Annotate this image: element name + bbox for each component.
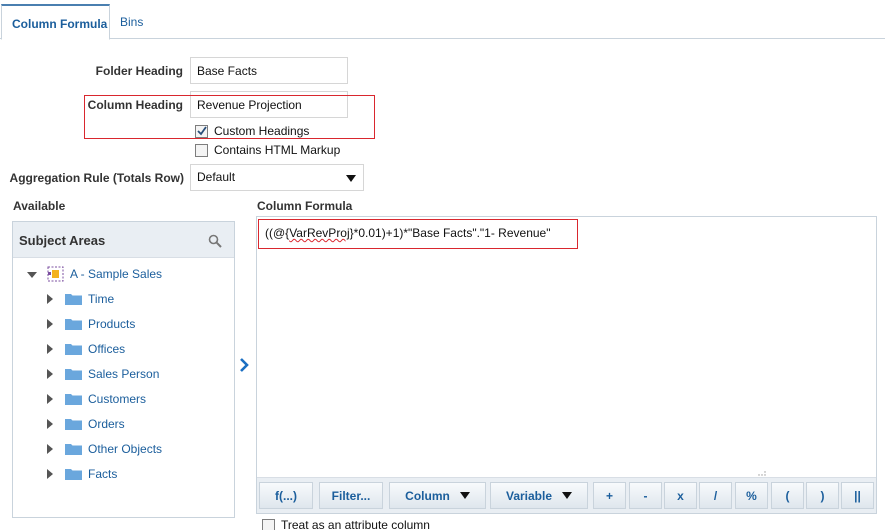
folder-icon — [65, 469, 82, 480]
collapse-icon[interactable] — [27, 272, 37, 278]
subject-area-icon — [47, 266, 64, 282]
folder-icon — [65, 394, 82, 405]
tree-item-facts[interactable]: Facts — [47, 465, 117, 483]
expand-icon[interactable] — [47, 469, 53, 479]
folder-icon — [65, 419, 82, 430]
html-markup-label: Contains HTML Markup — [214, 143, 341, 157]
dropdown-arrow-icon — [346, 175, 356, 182]
variable-button[interactable]: Variable — [490, 482, 588, 509]
percent-button[interactable]: % — [735, 482, 768, 509]
tree-item-label: Sales Person — [88, 367, 160, 381]
tree-item-label: Products — [88, 317, 136, 331]
resize-grip-icon[interactable] — [758, 470, 766, 476]
checkmark-icon — [196, 126, 207, 136]
html-markup-checkbox[interactable] — [195, 143, 208, 157]
tree-item-label: Facts — [88, 467, 118, 481]
column-heading-label: Column Heading — [87, 98, 183, 112]
formula-prefix: ((@{ — [265, 226, 290, 240]
aggregation-rule-label: Aggregation Rule (Totals Row) — [9, 171, 184, 185]
expand-icon[interactable] — [47, 319, 53, 329]
folder-heading-input[interactable] — [190, 57, 348, 84]
function-button[interactable]: f(...) — [259, 482, 313, 509]
tree-root-label: A - Sample Sales — [70, 267, 163, 281]
subject-areas-title: Subject Areas — [19, 233, 106, 248]
tab-bins[interactable]: Bins — [120, 4, 143, 39]
column-heading-input[interactable] — [190, 91, 348, 118]
subject-areas-header: Subject Areas — [13, 222, 234, 258]
expand-icon[interactable] — [47, 394, 53, 404]
tree-item-time[interactable]: Time — [47, 290, 114, 308]
right-paren-button[interactable]: ) — [806, 482, 839, 509]
expand-icon[interactable] — [47, 419, 53, 429]
tree-item-products[interactable]: Products — [47, 315, 135, 333]
variable-button-label: Variable — [505, 488, 553, 503]
attribute-column-row[interactable]: Treat as an attribute column — [262, 518, 430, 530]
divide-button[interactable]: / — [699, 482, 732, 509]
tree-item-other-objects[interactable]: Other Objects — [47, 440, 162, 458]
search-icon[interactable] — [208, 234, 222, 248]
chevron-right-icon[interactable] — [239, 358, 251, 372]
tree-item-label: Time — [88, 292, 115, 306]
folder-heading-label: Folder Heading — [95, 64, 183, 78]
html-markup-row[interactable]: Contains HTML Markup — [195, 142, 340, 158]
attribute-column-checkbox[interactable] — [262, 518, 275, 530]
tab-bar: Column Formula Bins — [0, 0, 885, 40]
dropdown-arrow-icon — [459, 492, 470, 499]
formula-suffix: }*0.01)+1)*"Base Facts"."1- Revenue" — [349, 226, 551, 240]
tab-column-formula[interactable]: Column Formula — [1, 4, 110, 40]
formula-toolbar: f(...) Filter... Column Variable + - x /… — [257, 477, 876, 513]
formula-variable: VarRevProj — [289, 226, 350, 240]
folder-icon — [65, 369, 82, 380]
filter-button[interactable]: Filter... — [319, 482, 383, 509]
expand-icon[interactable] — [47, 369, 53, 379]
folder-icon — [65, 344, 82, 355]
tree-item-customers[interactable]: Customers — [47, 390, 146, 408]
subject-areas-panel: Subject Areas A - Sample Sales Time Prod… — [12, 221, 235, 518]
column-formula-label: Column Formula — [257, 199, 353, 213]
expand-icon[interactable] — [47, 444, 53, 454]
tree-item-label: Other Objects — [88, 442, 163, 456]
concat-button[interactable]: || — [841, 482, 874, 509]
available-label: Available — [13, 199, 66, 213]
custom-headings-checkbox[interactable] — [195, 124, 208, 138]
tree-item-orders[interactable]: Orders — [47, 415, 125, 433]
aggregation-rule-select[interactable]: Default — [190, 164, 364, 191]
formula-expression[interactable]: ((@{VarRevProj}*0.01)+1)*"Base Facts"."1… — [265, 226, 550, 240]
column-button-label: Column — [405, 488, 450, 503]
column-formula-editor[interactable]: ((@{VarRevProj}*0.01)+1)*"Base Facts"."1… — [256, 216, 877, 514]
tree-item-offices[interactable]: Offices — [47, 340, 125, 358]
aggregation-rule-value: Default — [197, 170, 236, 184]
folder-icon — [65, 294, 82, 305]
multiply-button[interactable]: x — [664, 482, 697, 509]
plus-button[interactable]: + — [593, 482, 626, 509]
tree-item-label: Customers — [88, 392, 147, 406]
tree-item-label: Orders — [88, 417, 125, 431]
custom-headings-label: Custom Headings — [214, 124, 310, 138]
expand-icon[interactable] — [47, 294, 53, 304]
column-button[interactable]: Column — [389, 482, 486, 509]
dropdown-arrow-icon — [562, 492, 573, 499]
tree-item-label: Offices — [88, 342, 126, 356]
attribute-column-label: Treat as an attribute column — [281, 518, 430, 530]
left-paren-button[interactable]: ( — [771, 482, 804, 509]
tree-item-sales-person[interactable]: Sales Person — [47, 365, 159, 383]
minus-button[interactable]: - — [629, 482, 662, 509]
folder-icon — [65, 444, 82, 455]
folder-icon — [65, 319, 82, 330]
tree-root-sample-sales[interactable]: A - Sample Sales — [27, 265, 162, 283]
expand-icon[interactable] — [47, 344, 53, 354]
custom-headings-row[interactable]: Custom Headings — [195, 123, 309, 139]
